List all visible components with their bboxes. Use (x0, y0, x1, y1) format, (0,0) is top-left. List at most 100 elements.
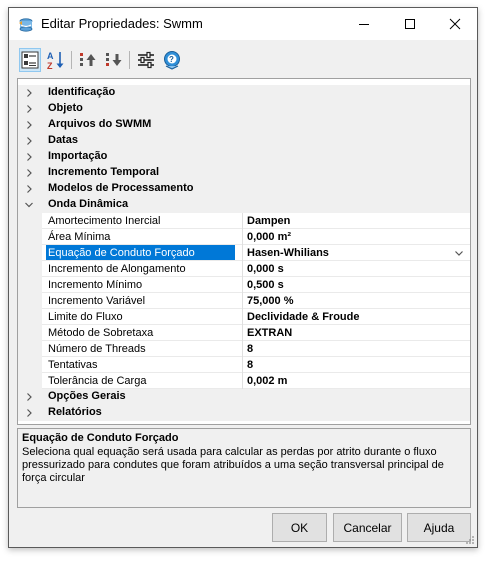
property-row[interactable]: Incremento Mínimo 0,500 s (18, 277, 470, 293)
property-value[interactable]: Hasen-Whilians (247, 245, 329, 261)
close-button[interactable] (432, 8, 478, 40)
category-label: Opções Gerais (48, 390, 126, 402)
maximize-button[interactable] (387, 8, 433, 40)
category-label: Modelos de Processamento (48, 182, 194, 194)
property-row[interactable]: Número de Threads 8 (18, 341, 470, 357)
property-value[interactable]: 0,002 m (247, 373, 287, 389)
property-value[interactable]: EXTRAN (247, 325, 292, 341)
sliders-icon (138, 51, 154, 69)
property-name: Número de Threads (48, 343, 146, 355)
category-row[interactable]: Opções Gerais (18, 389, 470, 405)
sort-az-icon: A Z (47, 51, 64, 70)
category-label: Objeto (48, 102, 83, 114)
properties-dialog: Editar Propriedades: Swmm A Z ? Identifi… (8, 7, 478, 548)
property-value[interactable]: 75,000 % (247, 293, 293, 309)
move-down-button[interactable] (103, 48, 125, 72)
svg-text:Z: Z (47, 61, 53, 70)
property-name: Incremento Mínimo (48, 279, 143, 291)
property-name: Tolerância de Carga (48, 375, 147, 387)
svg-text:?: ? (169, 55, 174, 64)
property-name: Incremento Variável (48, 295, 146, 307)
chevron-right-icon[interactable] (24, 183, 34, 195)
property-row[interactable]: Área Mínima 0,000 m² (18, 229, 470, 245)
toolbar-separator (71, 51, 72, 69)
chevron-right-icon[interactable] (24, 407, 34, 419)
category-row[interactable]: Arquivos do SWMM (18, 117, 470, 133)
category-label: Relatórios (48, 406, 102, 418)
categorized-icon (21, 51, 39, 69)
value-dropdown-button[interactable] (452, 246, 466, 260)
help-description: Seleciona qual equação será usada para c… (22, 446, 444, 484)
property-row[interactable]: Amortecimento Inercial Dampen (18, 213, 470, 229)
column-splitter[interactable] (242, 213, 243, 389)
category-row[interactable]: Modelos de Processamento (18, 181, 470, 197)
cancel-button[interactable]: Cancelar (333, 513, 402, 542)
chevron-right-icon[interactable] (24, 119, 34, 131)
toolbar-separator (129, 51, 130, 69)
chevron-right-icon[interactable] (24, 151, 34, 163)
property-row[interactable]: Incremento Variável 75,000 % (18, 293, 470, 309)
category-label: Datas (48, 134, 78, 146)
property-value[interactable]: 8 (247, 341, 253, 357)
category-row[interactable]: Relatórios (18, 405, 470, 421)
category-row[interactable]: Datas (18, 133, 470, 149)
category-label: Importação (48, 150, 108, 162)
help-button[interactable]: Ajuda (407, 513, 471, 542)
resize-grip-icon[interactable] (465, 535, 475, 545)
category-label: Arquivos do SWMM (48, 118, 152, 130)
ok-button[interactable]: OK (272, 513, 327, 542)
category-label: Incremento Temporal (48, 166, 160, 178)
chevron-right-icon[interactable] (24, 87, 34, 99)
property-value[interactable]: Declividade & Froude (247, 309, 359, 325)
alphabetical-sort-button[interactable]: A Z (45, 48, 67, 72)
property-value[interactable]: Dampen (247, 213, 290, 229)
property-name: Equação de Conduto Forçado (46, 245, 235, 261)
property-value[interactable]: 8 (247, 357, 253, 373)
property-pages-button[interactable] (135, 48, 157, 72)
chevron-down-icon (455, 251, 463, 256)
toolbar: A Z ? (17, 46, 217, 76)
category-row[interactable]: Identificação (18, 85, 470, 101)
categorized-view-button[interactable] (19, 48, 41, 72)
property-name: Tentativas (48, 359, 98, 371)
category-label: Identificação (48, 86, 116, 98)
property-value[interactable]: 0,000 m² (247, 229, 291, 245)
help-title: Equação de Conduto Forçado (22, 432, 179, 444)
property-row[interactable]: Equação de Conduto Forçado Hasen-Whilians (18, 245, 470, 261)
property-row[interactable]: Tolerância de Carga 0,002 m (18, 373, 470, 389)
category-label: Onda Dinâmica (48, 198, 129, 210)
property-value[interactable]: 0,500 s (247, 277, 284, 293)
maximize-icon (405, 19, 415, 29)
property-row[interactable]: Limite do Fluxo Declividade & Froude (18, 309, 470, 325)
help-icon: ? (164, 51, 180, 70)
chevron-right-icon[interactable] (24, 103, 34, 115)
property-name: Limite do Fluxo (48, 311, 123, 323)
minimize-button[interactable] (341, 8, 387, 40)
property-grid[interactable]: Identificação Objeto Arquivos do SWMM Datas… (17, 78, 471, 425)
property-name: Método de Sobretaxa (48, 327, 154, 339)
chevron-down-icon[interactable] (24, 199, 34, 211)
help-toolbar-button[interactable]: ? (161, 48, 183, 72)
property-row[interactable]: Tentativas 8 (18, 357, 470, 373)
property-value[interactable]: 0,000 s (247, 261, 284, 277)
property-name: Amortecimento Inercial (48, 215, 161, 227)
chevron-right-icon[interactable] (24, 167, 34, 179)
category-row[interactable]: Importação (18, 149, 470, 165)
title-bar[interactable]: Editar Propriedades: Swmm (9, 8, 477, 40)
app-icon (19, 18, 33, 32)
chevron-right-icon[interactable] (24, 135, 34, 147)
category-row[interactable]: Objeto (18, 101, 470, 117)
move-up-icon (80, 53, 96, 66)
move-down-icon (106, 53, 122, 66)
chevron-right-icon[interactable] (24, 391, 34, 403)
move-up-button[interactable] (77, 48, 99, 72)
property-row[interactable]: Método de Sobretaxa EXTRAN (18, 325, 470, 341)
property-row[interactable]: Incremento de Alongamento 0,000 s (18, 261, 470, 277)
category-row[interactable]: Incremento Temporal (18, 165, 470, 181)
property-name: Incremento de Alongamento (48, 263, 186, 275)
svg-text:A: A (47, 51, 54, 61)
help-panel: Equação de Conduto Forçado Seleciona qua… (17, 428, 471, 508)
minimize-icon (359, 24, 369, 25)
category-row[interactable]: Onda Dinâmica (18, 197, 470, 213)
property-name: Área Mínima (48, 231, 111, 243)
